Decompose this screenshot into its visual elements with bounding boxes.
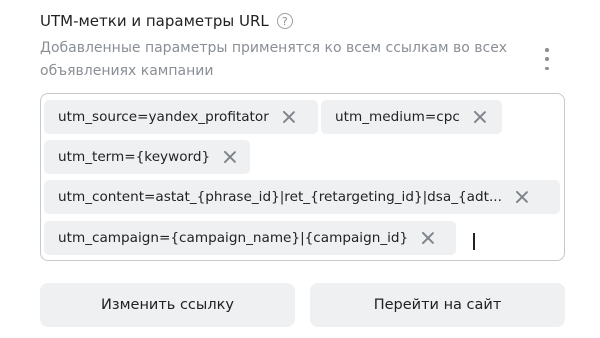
close-icon[interactable]	[281, 109, 297, 125]
utm-tag-label: utm_medium=cpc	[335, 109, 460, 125]
close-icon[interactable]	[222, 149, 238, 165]
section-title: UTM-метки и параметры URL	[40, 12, 269, 30]
utm-tag-label: utm_content=astat_{phrase_id}|ret_{retar…	[58, 189, 502, 205]
utm-tag-chip: utm_term={keyword}	[44, 140, 250, 174]
close-icon[interactable]	[472, 109, 488, 125]
close-icon[interactable]	[514, 189, 530, 205]
go-to-site-button[interactable]: Перейти на сайт	[310, 283, 565, 327]
utm-settings-panel: UTM-метки и параметры URL ? Добавленные …	[0, 0, 600, 338]
utm-tag-chip: utm_medium=cpc	[321, 100, 502, 134]
section-header: UTM-метки и параметры URL ?	[40, 12, 293, 30]
utm-tag-chip: utm_content=astat_{phrase_id}|ret_{retar…	[44, 180, 560, 214]
utm-tag-label: utm_source=yandex_profitator	[58, 109, 269, 125]
close-icon[interactable]	[420, 230, 436, 246]
utm-tag-label: utm_term={keyword}	[58, 149, 211, 165]
text-cursor	[473, 233, 475, 250]
utm-tags-input[interactable]: utm_source=yandex_profitator utm_medium=…	[40, 93, 565, 261]
edit-link-button[interactable]: Изменить ссылку	[40, 283, 295, 327]
more-options-icon[interactable]	[543, 48, 551, 70]
section-description: Добавленные параметры применятся ко всем…	[40, 40, 508, 79]
utm-tag-chip: utm_campaign={campaign_name}|{campaign_i…	[44, 221, 456, 255]
help-icon[interactable]: ?	[276, 13, 293, 29]
utm-tag-label: utm_campaign={campaign_name}|{campaign_i…	[58, 230, 409, 246]
utm-tag-chip: utm_source=yandex_profitator	[44, 100, 318, 134]
